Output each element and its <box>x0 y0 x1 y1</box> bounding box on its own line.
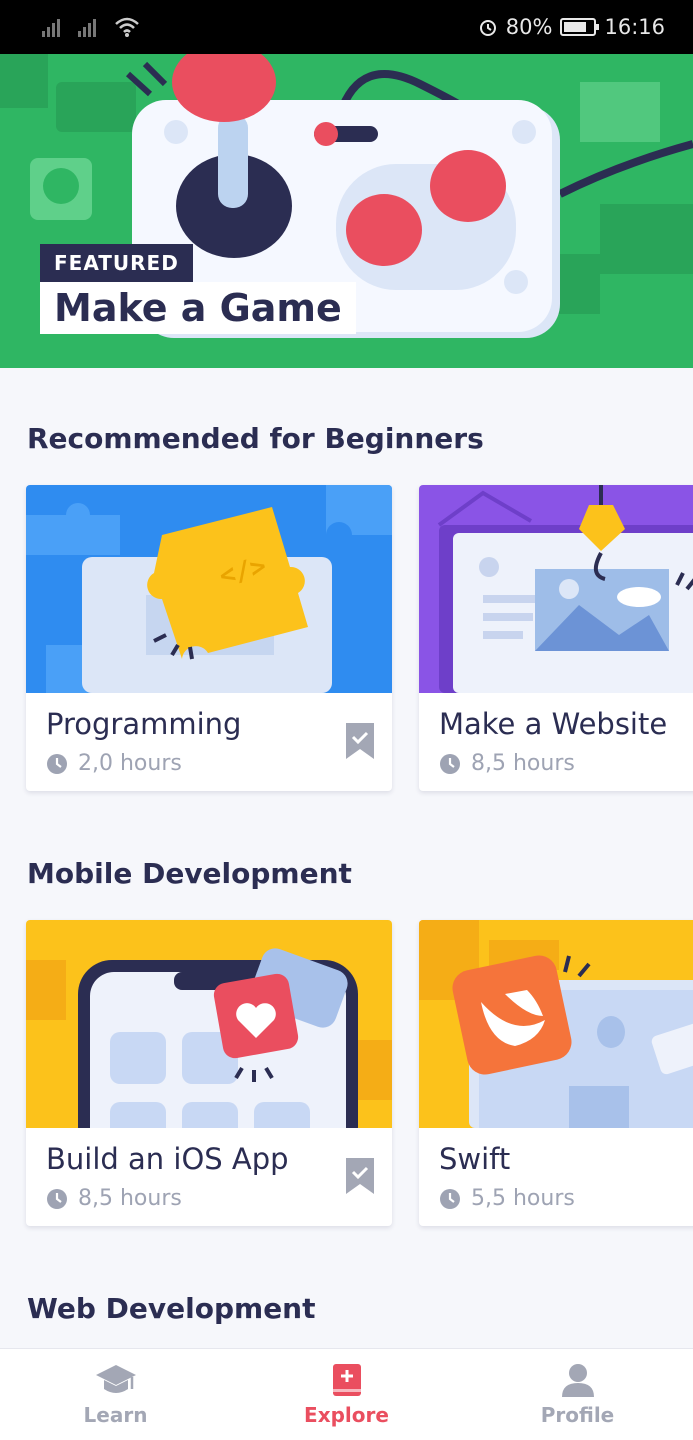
clock: 16:16 <box>604 15 665 39</box>
person-icon <box>561 1363 594 1397</box>
status-bar: 80% 16:16 <box>0 0 693 54</box>
course-duration: 8,5 hours <box>439 751 575 776</box>
bookmark-icon[interactable] <box>346 1158 374 1194</box>
tab-label: Profile <box>540 1402 615 1427</box>
course-duration: 5,5 hours <box>439 1186 575 1211</box>
course-card-programming[interactable]: </> Programming 2,0 hours <box>26 485 392 791</box>
wifi-icon <box>115 17 139 37</box>
ios-app-illustration <box>26 920 392 1128</box>
puzzle-illustration: </> <box>26 485 392 693</box>
course-title: Build an iOS App <box>46 1142 289 1176</box>
course-card-swift[interactable]: Swift 5,5 hours <box>419 920 693 1226</box>
tab-learn[interactable]: Learn <box>0 1349 231 1440</box>
course-title: Make a Website <box>439 707 668 741</box>
clock-icon <box>440 753 460 774</box>
duration-text: 8,5 hours <box>471 751 575 776</box>
bottom-tab-bar: Learn Explore Profile <box>0 1348 693 1440</box>
duration-text: 8,5 hours <box>78 1186 182 1211</box>
course-duration: 8,5 hours <box>46 1186 182 1211</box>
course-thumbnail <box>419 485 693 693</box>
course-thumbnail <box>26 920 392 1128</box>
bookmark-icon[interactable] <box>346 723 374 759</box>
featured-title: Make a Game <box>40 282 356 334</box>
battery-percent: 80% <box>505 15 553 39</box>
course-thumbnail <box>419 920 693 1128</box>
clock-icon <box>440 1188 460 1209</box>
signal-icon <box>78 19 96 37</box>
graduation-cap-icon <box>95 1364 136 1393</box>
tab-explore[interactable]: Explore <box>231 1349 462 1440</box>
tab-label: Learn <box>83 1402 148 1427</box>
featured-tag: FEATURED <box>40 244 193 282</box>
swift-illustration <box>419 920 693 1128</box>
alarm-icon <box>479 20 496 36</box>
tab-label: Explore <box>304 1402 389 1427</box>
screen: 80% 16:16 FEATURED Make a Game Recommend… <box>0 0 693 1440</box>
course-title: Swift <box>439 1142 511 1176</box>
course-card-build-ios-app[interactable]: Build an iOS App 8,5 hours <box>26 920 392 1226</box>
battery-icon <box>560 18 600 36</box>
book-plus-icon <box>332 1363 361 1396</box>
section-title-web: Web Development <box>27 1292 316 1325</box>
clock-icon <box>47 1188 67 1209</box>
website-illustration <box>419 485 693 693</box>
clock-icon <box>47 753 67 774</box>
course-card-make-a-website[interactable]: Make a Website 8,5 hours <box>419 485 693 791</box>
course-duration: 2,0 hours <box>46 751 182 776</box>
tab-profile[interactable]: Profile <box>462 1349 693 1440</box>
featured-banner[interactable]: FEATURED Make a Game <box>0 54 693 368</box>
duration-text: 5,5 hours <box>471 1186 575 1211</box>
section-title-recommended: Recommended for Beginners <box>27 422 484 455</box>
section-title-mobile: Mobile Development <box>27 857 352 890</box>
signal-icon <box>42 19 60 37</box>
course-title: Programming <box>46 707 242 741</box>
course-thumbnail: </> <box>26 485 392 693</box>
duration-text: 2,0 hours <box>78 751 182 776</box>
